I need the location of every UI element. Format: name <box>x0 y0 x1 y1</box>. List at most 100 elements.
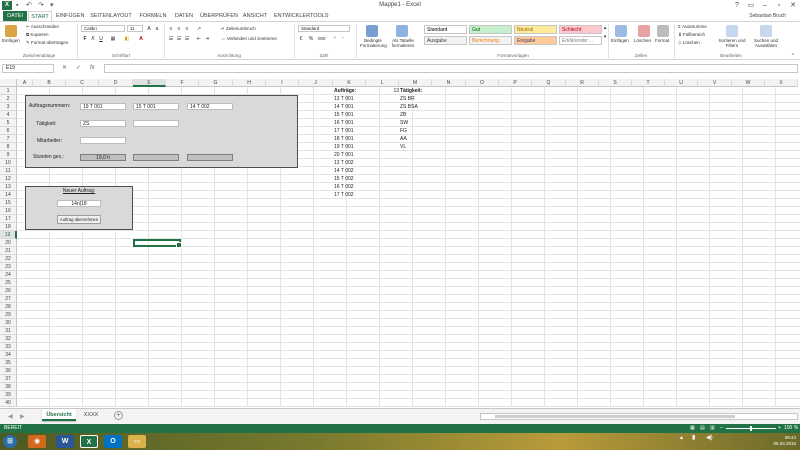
border-icon[interactable]: ▦ <box>110 36 116 42</box>
column-header-f[interactable]: F <box>166 79 199 87</box>
prev-sheet-icon[interactable]: ◀ <box>8 413 13 421</box>
tab-formeln[interactable]: FORMELN <box>138 11 168 21</box>
sort-filter-button[interactable]: Sortieren und Filtern <box>718 38 746 48</box>
row-header-40[interactable]: 40 <box>0 399 17 407</box>
column-header-p[interactable]: P <box>499 79 532 87</box>
column-header-q[interactable]: Q <box>532 79 566 87</box>
wrap-text-button[interactable]: ↵ Zeilenumbruch <box>221 26 256 32</box>
firefox-icon[interactable]: ◉ <box>28 435 46 448</box>
cell-style-item[interactable]: Erklärender ... <box>559 36 602 45</box>
decrease-indent-icon[interactable]: ⇤ <box>196 36 202 42</box>
row-header-17[interactable]: 17 <box>0 215 17 223</box>
formula-input[interactable] <box>104 64 798 73</box>
user-name[interactable]: Sebastian Bruch <box>749 11 786 21</box>
italic-button[interactable]: K <box>90 36 96 42</box>
row-header-27[interactable]: 27 <box>0 295 17 303</box>
column-header-k[interactable]: K <box>333 79 366 87</box>
delete-cells-button[interactable]: Löschen <box>634 38 651 44</box>
align-left-icon[interactable]: ☰ <box>168 36 174 42</box>
tab-start[interactable]: START <box>28 11 52 21</box>
underline-button[interactable]: U <box>98 36 104 42</box>
percent-button[interactable]: % <box>308 36 314 42</box>
auftragsnummer-3-field[interactable]: 14 T 002 <box>187 103 233 110</box>
row-header-21[interactable]: 21 <box>0 247 17 255</box>
align-bottom-icon[interactable]: ≡ <box>184 26 190 32</box>
row-header-16[interactable]: 16 <box>0 207 17 215</box>
volume-icon[interactable]: ◀) <box>706 435 713 441</box>
column-header-n[interactable]: N <box>432 79 466 87</box>
font-size-select[interactable]: 11 <box>127 25 143 32</box>
tab-daten[interactable]: DATEN <box>172 11 196 21</box>
row-header-11[interactable]: 11 <box>0 167 17 175</box>
start-button-icon[interactable]: ⊞ <box>3 435 17 448</box>
shrink-font-icon[interactable]: a <box>154 26 160 32</box>
enter-icon[interactable]: ✓ <box>76 64 81 73</box>
fill-button[interactable]: ⬇ Füllbereich <box>678 32 705 38</box>
next-sheet-icon[interactable]: ▶ <box>20 413 25 421</box>
column-header-x[interactable]: X <box>765 79 798 87</box>
horizontal-scrollbar[interactable] <box>480 413 798 420</box>
excel-taskbar-icon[interactable]: X <box>80 435 98 448</box>
merge-center-button[interactable]: ⇔ Verbinden und zentrieren <box>221 36 277 42</box>
currency-icon[interactable]: € <box>298 36 304 42</box>
row-header-32[interactable]: 32 <box>0 335 17 343</box>
column-header-v[interactable]: V <box>698 79 732 87</box>
paste-button[interactable]: Einfügen <box>2 38 20 44</box>
auftragsnummer-2-field[interactable]: 15 T 001 <box>133 103 179 110</box>
auftragsnummer-1-field[interactable]: 19 T 001 <box>80 103 126 110</box>
format-cells-button[interactable]: Format <box>655 38 669 44</box>
take-over-order-button[interactable]: Auftrag übernehmen <box>57 215 101 224</box>
column-header-e[interactable]: E <box>133 79 166 87</box>
conditional-formatting-icon[interactable] <box>366 25 378 37</box>
new-order-input[interactable]: 14n|18 <box>57 200 101 207</box>
zoom-in-icon[interactable]: + <box>778 424 781 433</box>
row-header-9[interactable]: 9 <box>0 151 17 159</box>
conditional-formatting-button[interactable]: Bedingte Formatierung <box>360 38 387 48</box>
cell-style-item[interactable]: Eingabe <box>514 36 557 45</box>
bold-button[interactable]: F <box>82 36 88 42</box>
number-format-select[interactable]: Standard <box>298 25 350 32</box>
column-header-t[interactable]: T <box>632 79 665 87</box>
row-header-4[interactable]: 4 <box>0 111 17 119</box>
tab-einfuegen[interactable]: EINFÜGEN <box>56 11 84 21</box>
sheet-tab-xxxx[interactable]: XXXX <box>80 409 102 421</box>
column-header-u[interactable]: U <box>665 79 698 87</box>
maximize-button[interactable]: ▫ <box>772 0 786 11</box>
column-header-b[interactable]: B <box>33 79 66 87</box>
tab-seitenlayout[interactable]: SEITENLAYOUT <box>88 11 134 21</box>
font-name-select[interactable]: Calibri <box>81 25 125 32</box>
row-header-37[interactable]: 37 <box>0 375 17 383</box>
ribbon-display-icon[interactable]: ▭ <box>744 0 758 11</box>
row-header-34[interactable]: 34 <box>0 351 17 359</box>
format-cells-icon[interactable] <box>657 25 669 37</box>
row-header-36[interactable]: 36 <box>0 367 17 375</box>
clock[interactable]: 08:44 06.03.2015 <box>756 435 796 447</box>
cancel-icon[interactable]: ✕ <box>62 64 67 73</box>
row-header-5[interactable]: 5 <box>0 119 17 127</box>
insert-function-icon[interactable]: fx <box>90 64 95 73</box>
row-header-38[interactable]: 38 <box>0 383 17 391</box>
clear-button[interactable]: ◇ Löschen <box>678 40 700 46</box>
row-header-26[interactable]: 26 <box>0 287 17 295</box>
column-header-h[interactable]: H <box>233 79 266 87</box>
thousands-button[interactable]: 000 <box>318 36 326 42</box>
tab-ansicht[interactable]: ANSICHT <box>240 11 270 21</box>
row-header-7[interactable]: 7 <box>0 135 17 143</box>
fill-color-icon[interactable]: ◧ <box>124 36 130 42</box>
format-as-table-button[interactable]: Als Tabelle formatieren <box>390 38 416 48</box>
row-header-28[interactable]: 28 <box>0 303 17 311</box>
row-header-15[interactable]: 15 <box>0 199 17 207</box>
column-header-d[interactable]: D <box>99 79 133 87</box>
network-icon[interactable]: ▮ <box>692 435 695 441</box>
format-as-table-icon[interactable] <box>396 25 408 37</box>
row-header-1[interactable]: 1 <box>0 87 17 95</box>
align-middle-icon[interactable]: ≡ <box>176 26 182 32</box>
row-header-10[interactable]: 10 <box>0 159 17 167</box>
cell-style-item[interactable]: Standard <box>424 25 467 34</box>
row-header-20[interactable]: 20 <box>0 239 17 247</box>
column-header-r[interactable]: R <box>566 79 599 87</box>
row-header-14[interactable]: 14 <box>0 191 17 199</box>
row-header-12[interactable]: 12 <box>0 175 17 183</box>
row-header-39[interactable]: 39 <box>0 391 17 399</box>
zoom-level[interactable]: 100 % <box>784 424 798 433</box>
